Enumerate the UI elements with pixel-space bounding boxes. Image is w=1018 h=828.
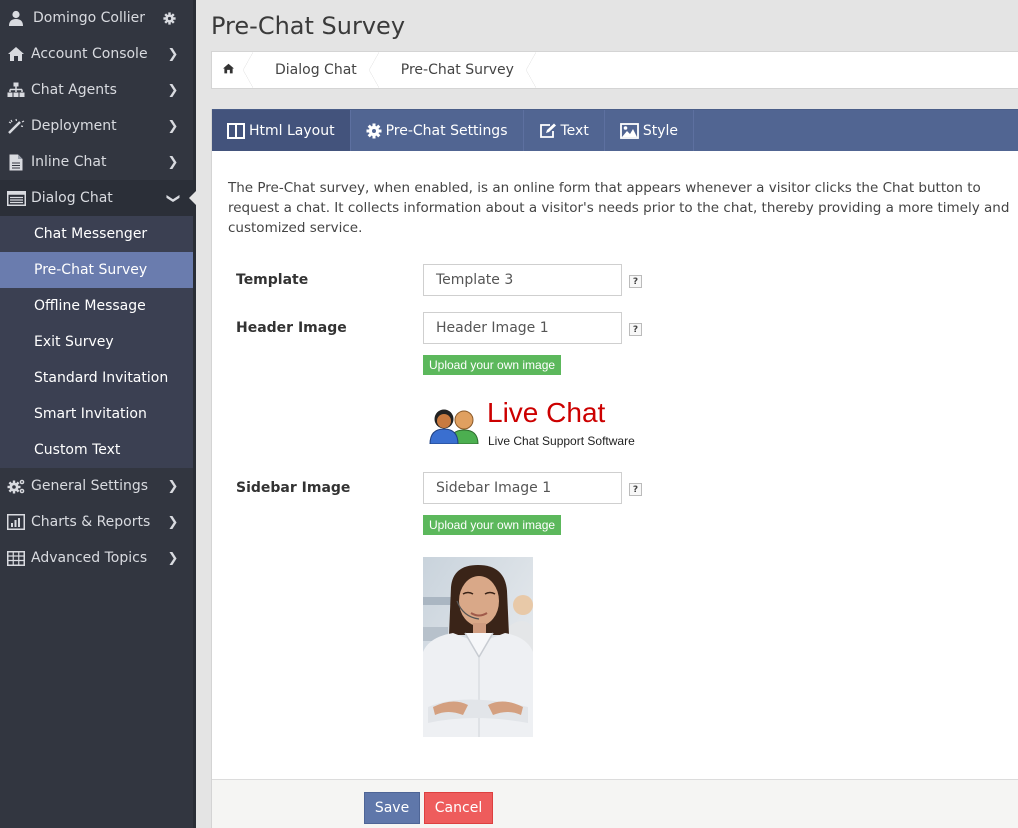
header-image-select[interactable]: Header Image 1 [423,312,622,344]
chevron-right-icon: ❯ [167,118,179,134]
submenu-item-exit-survey[interactable]: Exit Survey [0,324,193,360]
help-icon[interactable]: ? [629,483,642,496]
user-row[interactable]: Domingo Collier [0,0,193,36]
sidebar: Domingo Collier Account Console ❯ Chat A… [0,0,196,828]
sidebar-item-advanced-topics[interactable]: Advanced Topics ❯ [0,540,193,576]
gears-icon [6,477,26,495]
tab-pre-chat-settings[interactable]: Pre-Chat Settings [351,110,524,151]
sidebar-item-deployment[interactable]: Deployment ❯ [0,108,193,144]
gear-icon [366,123,382,139]
edit-icon [539,123,557,139]
sidebar-item-label: Charts & Reports [31,514,151,530]
sitemap-icon [6,81,26,99]
help-icon[interactable]: ? [629,275,642,288]
sidebar-item-label: Account Console [31,46,148,62]
chevron-down-icon: ❯ [165,192,181,204]
header-image-label: Header Image [236,320,347,336]
main-content: Pre-Chat Survey Dialog Chat Pre-Chat Sur… [199,0,1018,828]
chevron-right-icon: ❯ [167,550,179,566]
tab-label: Style [642,122,678,139]
list-window-icon [6,189,26,207]
magic-wand-icon [6,117,26,135]
active-section-caret [189,191,196,205]
tab-text[interactable]: Text [524,110,605,151]
sidebar-item-label: Dialog Chat [31,190,113,206]
header-preview-subtitle: Live Chat Support Software [488,434,635,448]
columns-icon [227,122,245,139]
agents-logo-icon [429,409,479,444]
chevron-right-icon: ❯ [167,82,179,98]
sidebar-item-label: Advanced Topics [31,550,148,566]
upload-sidebar-image-button[interactable]: Upload your own image [423,515,562,535]
cancel-button[interactable]: Cancel [424,792,493,824]
intro-text: The Pre-Chat survey, when enabled, is an… [228,180,1010,236]
sidebar-item-dialog-chat[interactable]: Dialog Chat ❯ [0,180,196,216]
breadcrumb-dialog-chat[interactable]: Dialog Chat [253,52,379,88]
table-icon [6,549,26,567]
sidebar-item-label: General Settings [31,478,149,494]
tab-label: Pre-Chat Settings [385,122,508,139]
image-icon [619,122,639,139]
breadcrumb: Dialog Chat Pre-Chat Survey [211,51,1018,89]
chevron-right-icon: ❯ [167,46,179,62]
submenu-item-standard-invitation[interactable]: Standard Invitation [0,360,193,396]
settings-panel: Html Layout Pre-Chat Settings Text Style [211,109,1018,828]
header-image-preview: Live Chat Live Chat Support Software [428,397,648,448]
sidebar-item-label: Inline Chat [31,154,107,170]
save-button[interactable]: Save [364,792,420,824]
tab-bar: Html Layout Pre-Chat Settings Text Style [212,109,1018,151]
user-icon [6,9,26,27]
gear-icon[interactable] [159,9,179,27]
tab-html-layout[interactable]: Html Layout [212,110,351,151]
submenu-item-chat-messenger[interactable]: Chat Messenger [0,216,193,252]
page-title: Pre-Chat Survey [211,12,406,40]
template-select[interactable]: Template 3 [423,264,622,296]
template-label: Template [236,272,309,288]
user-name: Domingo Collier [33,10,146,26]
breadcrumb-home[interactable] [212,52,253,88]
home-icon [6,45,26,63]
home-icon [222,62,235,78]
chevron-right-icon: ❯ [167,478,179,494]
submenu-item-custom-text[interactable]: Custom Text [0,432,193,468]
tab-label: Text [560,122,589,139]
sidebar-image-label: Sidebar Image [236,480,351,496]
sidebar-image-select[interactable]: Sidebar Image 1 [423,472,622,504]
sidebar-item-inline-chat[interactable]: Inline Chat ❯ [0,144,193,180]
agent-photo [423,557,533,737]
header-preview-title: Live Chat [487,397,606,428]
tab-style[interactable]: Style [605,110,694,151]
chevron-right-icon: ❯ [167,154,179,170]
upload-header-image-button[interactable]: Upload your own image [423,355,562,375]
document-icon [6,153,26,171]
tab-label: Html Layout [249,122,335,139]
submenu-item-pre-chat-survey[interactable]: Pre-Chat Survey [0,252,193,288]
form-footer: Save Cancel [212,779,1018,828]
submenu-item-smart-invitation[interactable]: Smart Invitation [0,396,193,432]
sidebar-image-preview [423,557,533,737]
sidebar-item-charts-reports[interactable]: Charts & Reports ❯ [0,504,193,540]
sidebar-item-chat-agents[interactable]: Chat Agents ❯ [0,72,193,108]
sidebar-item-label: Chat Agents [31,82,117,98]
sidebar-item-general-settings[interactable]: General Settings ❯ [0,468,193,504]
help-icon[interactable]: ? [629,323,642,336]
bar-chart-icon [6,513,26,531]
breadcrumb-pre-chat-survey[interactable]: Pre-Chat Survey [379,52,537,88]
chevron-right-icon: ❯ [167,514,179,530]
sidebar-item-account-console[interactable]: Account Console ❯ [0,36,193,72]
submenu-item-offline-message[interactable]: Offline Message [0,288,193,324]
dialog-chat-submenu: Chat Messenger Pre-Chat Survey Offline M… [0,216,193,468]
sidebar-item-label: Deployment [31,118,117,134]
